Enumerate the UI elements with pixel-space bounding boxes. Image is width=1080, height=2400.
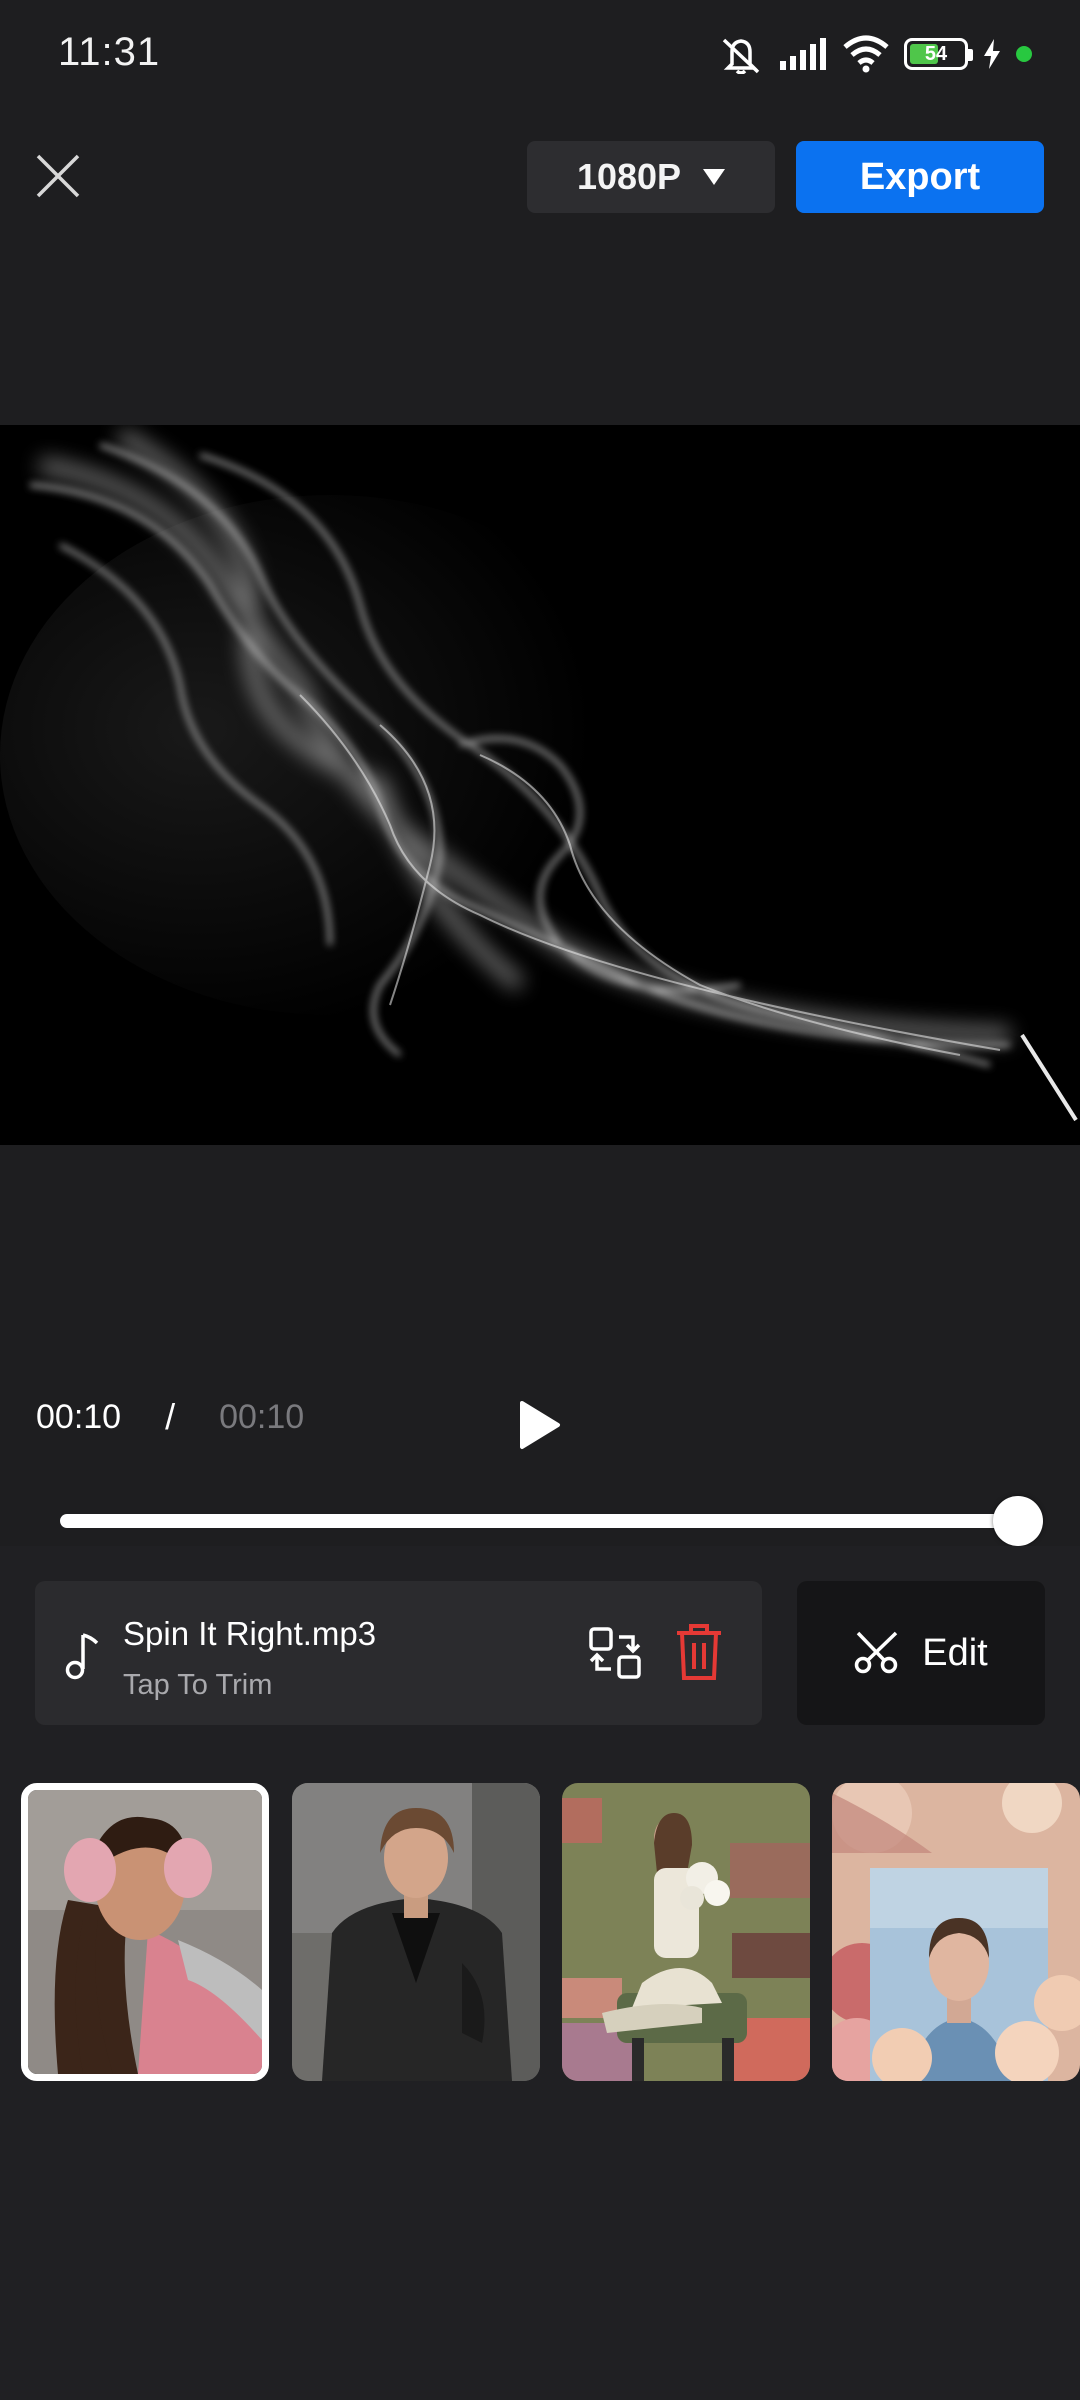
close-button[interactable] <box>30 148 86 204</box>
mute-icon <box>722 38 760 74</box>
edit-label: Edit <box>922 1631 988 1674</box>
smoke-preview-image <box>0 425 1080 1145</box>
battery-level: 54 <box>924 42 948 65</box>
progress-handle[interactable] <box>993 1496 1043 1546</box>
time-display: 00:10 / 00:10 <box>36 1396 304 1438</box>
template-thumbnail[interactable] <box>21 1783 269 2081</box>
template-thumbnail[interactable] <box>832 1783 1080 2081</box>
template-thumbnail[interactable] <box>292 1783 540 2081</box>
template-image-woman-with-flowers <box>562 1783 810 2081</box>
caret-down-icon <box>703 169 726 185</box>
time-separator: / <box>165 1396 176 1437</box>
charging-icon <box>984 39 1000 69</box>
battery-icon: 54 <box>904 38 973 70</box>
status-time: 11:31 <box>58 30 161 74</box>
play-button[interactable] <box>514 1398 564 1452</box>
music-file-name: Spin It Right.mp3 <box>123 1615 377 1652</box>
template-image-woman-pink-earmuffs <box>28 1790 262 2074</box>
video-preview[interactable] <box>0 425 1080 1145</box>
scissors-icon <box>855 1631 898 1674</box>
play-icon <box>520 1401 560 1449</box>
edit-button[interactable]: Edit <box>797 1581 1045 1725</box>
delete-music-button[interactable] <box>675 1623 723 1681</box>
music-track-card[interactable]: Spin It Right.mp3 Tap To Trim <box>35 1581 762 1725</box>
resolution-label: 1080P <box>576 156 682 197</box>
trash-icon <box>677 1624 721 1680</box>
template-image-woman-black-blazer <box>292 1783 540 2081</box>
music-trim-hint: Tap To Trim <box>123 1669 273 1701</box>
template-thumbnail[interactable] <box>562 1783 810 2081</box>
progress-track[interactable] <box>60 1514 1020 1528</box>
resolution-dropdown[interactable]: 1080P <box>527 141 775 213</box>
status-bar: 11:31 54 <box>0 0 1080 110</box>
current-time: 00:10 <box>36 1397 122 1436</box>
template-image-woman-with-peonies <box>832 1783 1080 2081</box>
total-time: 00:10 <box>219 1397 305 1436</box>
wifi-icon <box>843 35 889 73</box>
charging-dot <box>1016 46 1032 62</box>
replace-music-button[interactable] <box>587 1625 643 1681</box>
replace-icon <box>589 1627 641 1679</box>
status-icons: 54 <box>718 28 1032 80</box>
export-button[interactable]: Export <box>796 141 1044 213</box>
close-icon <box>36 154 80 198</box>
signal-icon <box>780 38 826 70</box>
music-note-icon <box>65 1633 99 1680</box>
